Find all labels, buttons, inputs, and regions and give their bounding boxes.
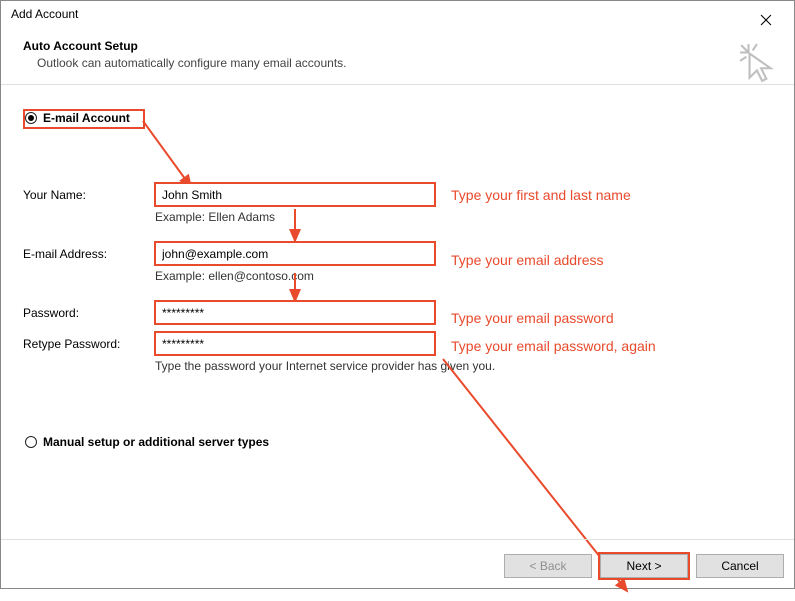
example-email: Example: ellen@contoso.com — [155, 269, 435, 283]
radio-manual-setup[interactable]: Manual setup or additional server types — [25, 435, 269, 449]
row-email: E-mail Address: — [23, 242, 495, 265]
radio-icon — [25, 436, 37, 448]
footer-divider — [1, 539, 794, 540]
next-button[interactable]: Next > — [600, 554, 688, 578]
label-email: E-mail Address: — [23, 247, 155, 261]
label-retype-password: Retype Password: — [23, 337, 155, 351]
radio-icon — [25, 112, 37, 124]
radio-email-account-label: E-mail Account — [43, 111, 130, 125]
row-retype-password: Retype Password: — [23, 332, 495, 355]
your-name-input[interactable] — [155, 183, 435, 206]
annotation-email: Type your email address — [451, 252, 604, 268]
footer: < Back Next > Cancel — [504, 544, 784, 578]
radio-email-account[interactable]: E-mail Account — [25, 111, 774, 125]
password-note: Type the password your Internet service … — [155, 359, 495, 373]
label-password: Password: — [23, 306, 155, 320]
back-button[interactable]: < Back — [504, 554, 592, 578]
header-title: Auto Account Setup — [23, 39, 774, 53]
cancel-button[interactable]: Cancel — [696, 554, 784, 578]
row-password: Password: — [23, 301, 495, 324]
annotation-password: Type your email password — [451, 310, 614, 326]
annotation-password-again: Type your email password, again — [451, 338, 656, 354]
window-title: Add Account — [11, 7, 78, 21]
titlebar: Add Account — [1, 1, 794, 21]
label-your-name: Your Name: — [23, 188, 155, 202]
content: E-mail Account Your Name: Example: Ellen… — [1, 85, 794, 125]
annotation-name: Type your first and last name — [451, 187, 631, 203]
header: Auto Account Setup Outlook can automatic… — [1, 21, 794, 70]
password-input[interactable] — [155, 301, 435, 324]
wizard-cursor-icon — [738, 42, 780, 84]
radio-manual-setup-label: Manual setup or additional server types — [43, 435, 269, 449]
retype-password-input[interactable] — [155, 332, 435, 355]
example-your-name: Example: Ellen Adams — [155, 210, 435, 224]
form: Your Name: Example: Ellen Adams E-mail A… — [23, 183, 495, 373]
header-subtitle: Outlook can automatically configure many… — [37, 56, 774, 70]
row-your-name: Your Name: — [23, 183, 495, 206]
email-input[interactable] — [155, 242, 435, 265]
